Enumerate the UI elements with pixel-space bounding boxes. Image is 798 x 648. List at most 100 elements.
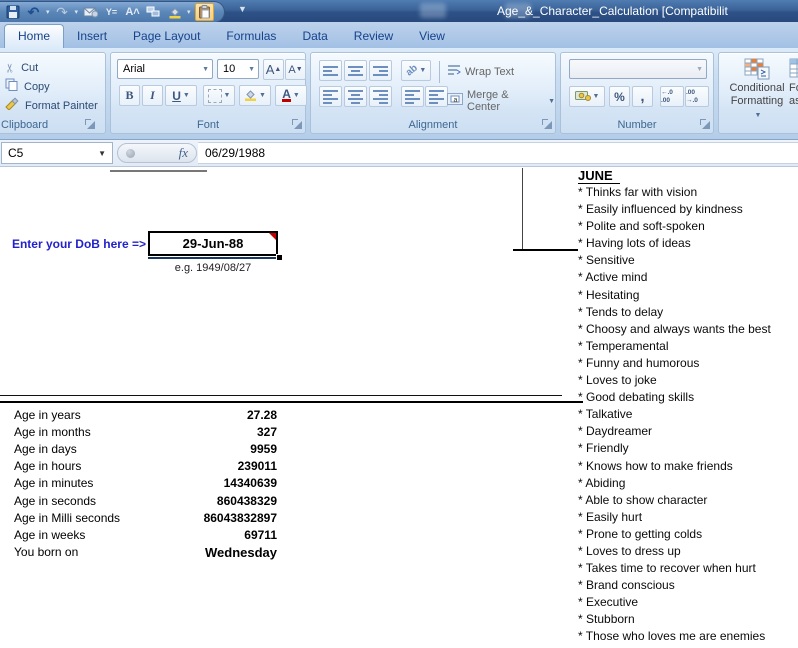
accounting-format-button[interactable]: ▼ <box>569 86 605 107</box>
number-format-combo[interactable]: ▼ <box>569 59 707 79</box>
italic-button[interactable]: I <box>142 85 163 106</box>
redo-dropdown-icon[interactable]: ▾ <box>75 8 79 16</box>
age-row: Age in years 27.28 <box>14 406 277 423</box>
font-group: Arial ▼ 10 ▼ A ▲ A ▼ B I U ▼ ▼ ▼ A ▼ Font <box>110 52 307 134</box>
align-middle-button[interactable] <box>344 60 367 81</box>
clipboard-group: ✂ Cut Copy Format Painter Clipboard <box>0 52 106 134</box>
align-left-button[interactable] <box>319 86 342 107</box>
trait-item: * Executive <box>578 595 639 610</box>
name-box[interactable]: C5 ▼ <box>1 142 113 164</box>
age-row: Age in minutes 14340639 <box>14 475 277 492</box>
tab-view[interactable]: View <box>406 25 458 48</box>
tab-home[interactable]: Home <box>4 24 65 48</box>
merge-center-button[interactable]: a Merge & Center ▼ <box>447 89 555 113</box>
grow-font-button[interactable]: A ▲ <box>263 59 284 80</box>
decrease-decimal-button[interactable]: .00 →.0 <box>685 86 709 107</box>
chevron-down-icon: ▼ <box>182 92 190 99</box>
trait-item: * Easily hurt <box>578 509 643 524</box>
tab-data[interactable]: Data <box>289 25 340 48</box>
tab-insert[interactable]: Insert <box>64 25 120 48</box>
comma-style-button[interactable]: , <box>632 86 653 107</box>
tab-page-layout[interactable]: Page Layout <box>120 25 213 48</box>
conditional-formatting-button[interactable]: Conditional Formatting ▼ <box>725 58 789 122</box>
paste-icon[interactable] <box>194 3 214 21</box>
fill-color-icon[interactable] <box>166 4 183 20</box>
formula-bar: C5 ▼ fx 06/29/1988 <box>0 140 798 167</box>
dob-cell[interactable]: 29-Jun-88 <box>148 231 278 256</box>
tab-review[interactable]: Review <box>341 25 406 48</box>
increase-indent-icon <box>429 89 444 104</box>
align-bottom-button[interactable] <box>369 60 392 81</box>
align-middle-icon <box>348 65 363 76</box>
number-group: ▼ ▼ % , ←.0 .00 .00 →.0 Number <box>560 52 714 134</box>
comment-indicator-icon <box>269 233 276 240</box>
percent-style-button[interactable]: % <box>609 86 630 107</box>
wrap-text-icon <box>447 63 461 81</box>
fill-color-dropdown-icon[interactable]: ▾ <box>187 8 191 16</box>
chevron-down-icon: ▼ <box>754 112 762 119</box>
alignment-dialog-launcher-icon[interactable] <box>542 119 552 129</box>
filter-icon[interactable]: Y= <box>103 4 120 20</box>
font-size-combo[interactable]: 10 ▼ <box>217 59 259 79</box>
trait-item: * Knows how to make friends <box>578 458 733 473</box>
month-header: JUNE <box>578 168 620 184</box>
formula-input[interactable]: 06/29/1988 <box>198 142 798 164</box>
alignment-group: ab ▼ Wrap Text a Merge & Center ▼ Alignme… <box>310 52 556 134</box>
worksheet: Enter your DoB here => 29-Jun-88 e.g. 19… <box>0 167 798 648</box>
align-top-button[interactable] <box>319 60 342 81</box>
wrap-text-button[interactable]: Wrap Text <box>447 63 514 81</box>
increase-decimal-button[interactable]: ←.0 .00 <box>660 86 684 107</box>
decrease-indent-button[interactable] <box>401 86 424 107</box>
align-center-button[interactable] <box>344 86 367 107</box>
age-row-label: Age in minutes <box>14 476 94 491</box>
format-painter-icon <box>5 96 19 115</box>
age-row: Age in Milli seconds 86043832897 <box>14 509 277 526</box>
tab-formulas[interactable]: Formulas <box>213 25 289 48</box>
cell-bottom-border <box>148 257 281 259</box>
number-dialog-launcher-icon[interactable] <box>700 119 710 129</box>
fill-color-button[interactable]: ▼ <box>239 85 271 106</box>
quick-access-toolbar: ↶ ▾ ↷ ▾ Y= A˄ ▾ <box>0 1 225 23</box>
align-right-icon <box>373 89 388 104</box>
save-icon[interactable] <box>4 4 21 20</box>
redo-icon[interactable]: ↷ <box>54 4 71 20</box>
copy-button[interactable]: Copy <box>5 78 50 95</box>
shrink-font-button[interactable]: A ▼ <box>285 59 306 80</box>
increase-indent-button[interactable] <box>425 86 448 107</box>
trait-item: * Easily influenced by kindness <box>578 202 743 217</box>
age-row-value: 14340639 <box>223 476 277 491</box>
table-top-border <box>0 401 583 403</box>
ribbon-tab-strip: Home Insert Page Layout Formulas Data Review V… <box>0 22 798 48</box>
font-color-button[interactable]: A ▼ <box>275 85 307 106</box>
bold-button[interactable]: B <box>119 85 140 106</box>
font-family-combo[interactable]: Arial ▼ <box>117 59 213 79</box>
shapes-icon[interactable] <box>145 4 162 20</box>
underline-button[interactable]: U ▼ <box>165 85 197 106</box>
borders-button[interactable]: ▼ <box>203 85 235 106</box>
align-top-icon <box>323 65 338 76</box>
age-row-label: Age in days <box>14 441 77 456</box>
clipboard-dialog-launcher-icon[interactable] <box>85 119 95 129</box>
font-dialog-launcher-icon[interactable] <box>292 119 302 129</box>
align-right-button[interactable] <box>369 86 392 107</box>
chevron-down-icon: ▼ <box>548 97 555 105</box>
age-row: Age in months 327 <box>14 423 277 440</box>
align-left-icon <box>323 89 338 104</box>
format-as-table-button[interactable]: For as Ta <box>785 58 798 108</box>
format-painter-button[interactable]: Format Painter <box>5 96 98 115</box>
age-row-value: Wednesday <box>204 544 277 560</box>
dob-hint: e.g. 1949/08/27 <box>174 262 252 274</box>
undo-dropdown-icon[interactable]: ▾ <box>46 8 50 16</box>
age-row-value: 239011 <box>237 459 277 474</box>
cut-button[interactable]: ✂ Cut <box>3 59 38 76</box>
font-size-icon[interactable]: A˄ <box>124 4 141 20</box>
customize-qat-icon[interactable]: ▼ <box>238 4 247 14</box>
merge-center-icon: a <box>447 92 463 110</box>
mail-attach-icon[interactable] <box>82 4 99 20</box>
traits-list: * Thinks far with vision * Easily influen… <box>578 185 798 647</box>
orientation-button[interactable]: ab ▼ <box>401 60 431 81</box>
fill-handle[interactable] <box>276 254 283 261</box>
undo-icon[interactable]: ↶ <box>25 4 42 20</box>
function-dot-icon <box>126 148 135 158</box>
insert-function-button[interactable]: fx <box>117 143 197 163</box>
